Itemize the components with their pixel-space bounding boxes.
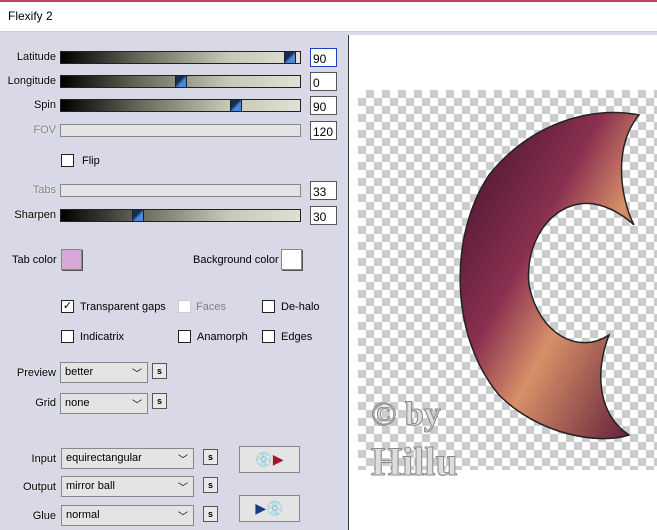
sharpen-slider-thumb[interactable] bbox=[132, 209, 144, 222]
chevron-down-icon: ﹀ bbox=[132, 400, 142, 411]
glue-select[interactable]: normal ﹀ bbox=[61, 505, 194, 526]
disc-icon: 💿 bbox=[255, 451, 273, 467]
input-label: Input bbox=[31, 453, 56, 465]
preview-value: better bbox=[65, 366, 94, 378]
anamorph-checkbox[interactable] bbox=[178, 330, 191, 343]
latitude-slider-thumb[interactable] bbox=[284, 51, 296, 64]
grid-select[interactable]: none ﹀ bbox=[60, 393, 148, 414]
preview-image: © by Hillu bbox=[371, 111, 641, 485]
flip-checkbox[interactable] bbox=[61, 154, 74, 167]
watermark: © by bbox=[371, 396, 441, 433]
background-color-label: Background color bbox=[193, 254, 279, 266]
chevron-down-icon: ﹀ bbox=[178, 512, 188, 523]
fov-label: FOV bbox=[33, 124, 56, 136]
indicatrix-label: Indicatrix bbox=[80, 331, 125, 343]
tabs-label: Tabs bbox=[32, 184, 56, 196]
output-select[interactable]: mirror ball ﹀ bbox=[61, 476, 194, 497]
sharpen-slider[interactable] bbox=[60, 209, 301, 222]
faces-checkbox bbox=[178, 300, 191, 313]
spin-slider-thumb[interactable] bbox=[230, 99, 242, 112]
chevron-down-icon: ﹀ bbox=[178, 483, 188, 494]
sharpen-value-field[interactable]: 30 bbox=[310, 206, 337, 225]
play-icon: ▶ bbox=[272, 451, 284, 467]
chevron-down-icon: ﹀ bbox=[132, 369, 142, 380]
play-icon: ▶ bbox=[255, 500, 267, 516]
grid-label: Grid bbox=[35, 397, 56, 409]
faces-label: Faces bbox=[196, 301, 226, 313]
background-color-swatch[interactable] bbox=[281, 249, 302, 270]
preview-s-button[interactable]: s bbox=[152, 363, 167, 379]
tab-color-label: Tab color bbox=[12, 254, 57, 266]
flip-label: Flip bbox=[82, 155, 100, 167]
fov-slider bbox=[60, 124, 301, 137]
longitude-label: Longitude bbox=[7, 75, 56, 87]
fov-value-field[interactable]: 120 bbox=[310, 121, 337, 140]
disc-icon: 💿 bbox=[266, 500, 284, 516]
watermark-name: Hillu bbox=[371, 439, 458, 484]
output-value: mirror ball bbox=[66, 480, 115, 492]
latitude-slider[interactable] bbox=[60, 51, 301, 64]
transparent-gaps-label: Transparent gaps bbox=[80, 301, 166, 313]
preview-pane[interactable]: © by Hillu bbox=[348, 35, 657, 530]
longitude-slider[interactable] bbox=[60, 75, 301, 88]
indicatrix-checkbox[interactable] bbox=[61, 330, 74, 343]
export-button[interactable]: ▶💿 bbox=[239, 495, 300, 522]
output-s-button[interactable]: s bbox=[203, 477, 218, 493]
de-halo-label: De-halo bbox=[281, 301, 320, 313]
spin-slider[interactable] bbox=[60, 99, 301, 112]
edges-checkbox[interactable] bbox=[262, 330, 275, 343]
edges-label: Edges bbox=[281, 331, 313, 343]
output-label: Output bbox=[22, 481, 56, 493]
input-select[interactable]: equirectangular ﹀ bbox=[61, 448, 194, 469]
spin-value-field[interactable]: 90 bbox=[310, 96, 337, 115]
spin-label: Spin bbox=[33, 99, 56, 111]
tabs-value-field[interactable]: 33 bbox=[310, 181, 337, 200]
glue-s-button[interactable]: s bbox=[203, 506, 218, 522]
grid-value: none bbox=[65, 397, 90, 409]
longitude-slider-thumb[interactable] bbox=[175, 75, 187, 88]
window-title: Flexify 2 bbox=[8, 9, 53, 23]
chevron-down-icon: ﹀ bbox=[178, 455, 188, 466]
input-s-button[interactable]: s bbox=[203, 449, 218, 465]
sharpen-label: Sharpen bbox=[14, 209, 56, 221]
latitude-value-field[interactable]: 90 bbox=[310, 48, 337, 67]
de-halo-checkbox[interactable] bbox=[262, 300, 275, 313]
input-value: equirectangular bbox=[66, 452, 142, 464]
latitude-label: Latitude bbox=[16, 51, 56, 63]
preview-select[interactable]: better ﹀ bbox=[60, 362, 148, 383]
title-bar: Flexify 2 bbox=[0, 2, 657, 32]
settings-panel: Latitude 90 Longitude 0 Spin 90 FOV 120 Tabs… bbox=[0, 33, 345, 530]
glue-label: Glue bbox=[32, 510, 56, 522]
transparent-gaps-checkbox[interactable]: ✓ bbox=[61, 300, 74, 313]
longitude-value-field[interactable]: 0 bbox=[310, 72, 337, 91]
tabs-slider bbox=[60, 184, 301, 197]
tab-color-swatch[interactable] bbox=[61, 249, 82, 270]
grid-s-button[interactable]: s bbox=[152, 393, 167, 409]
import-button[interactable]: 💿▶ bbox=[239, 446, 300, 473]
anamorph-label: Anamorph bbox=[197, 331, 248, 343]
preview-label: Preview bbox=[16, 367, 56, 379]
glue-value: normal bbox=[66, 509, 100, 521]
